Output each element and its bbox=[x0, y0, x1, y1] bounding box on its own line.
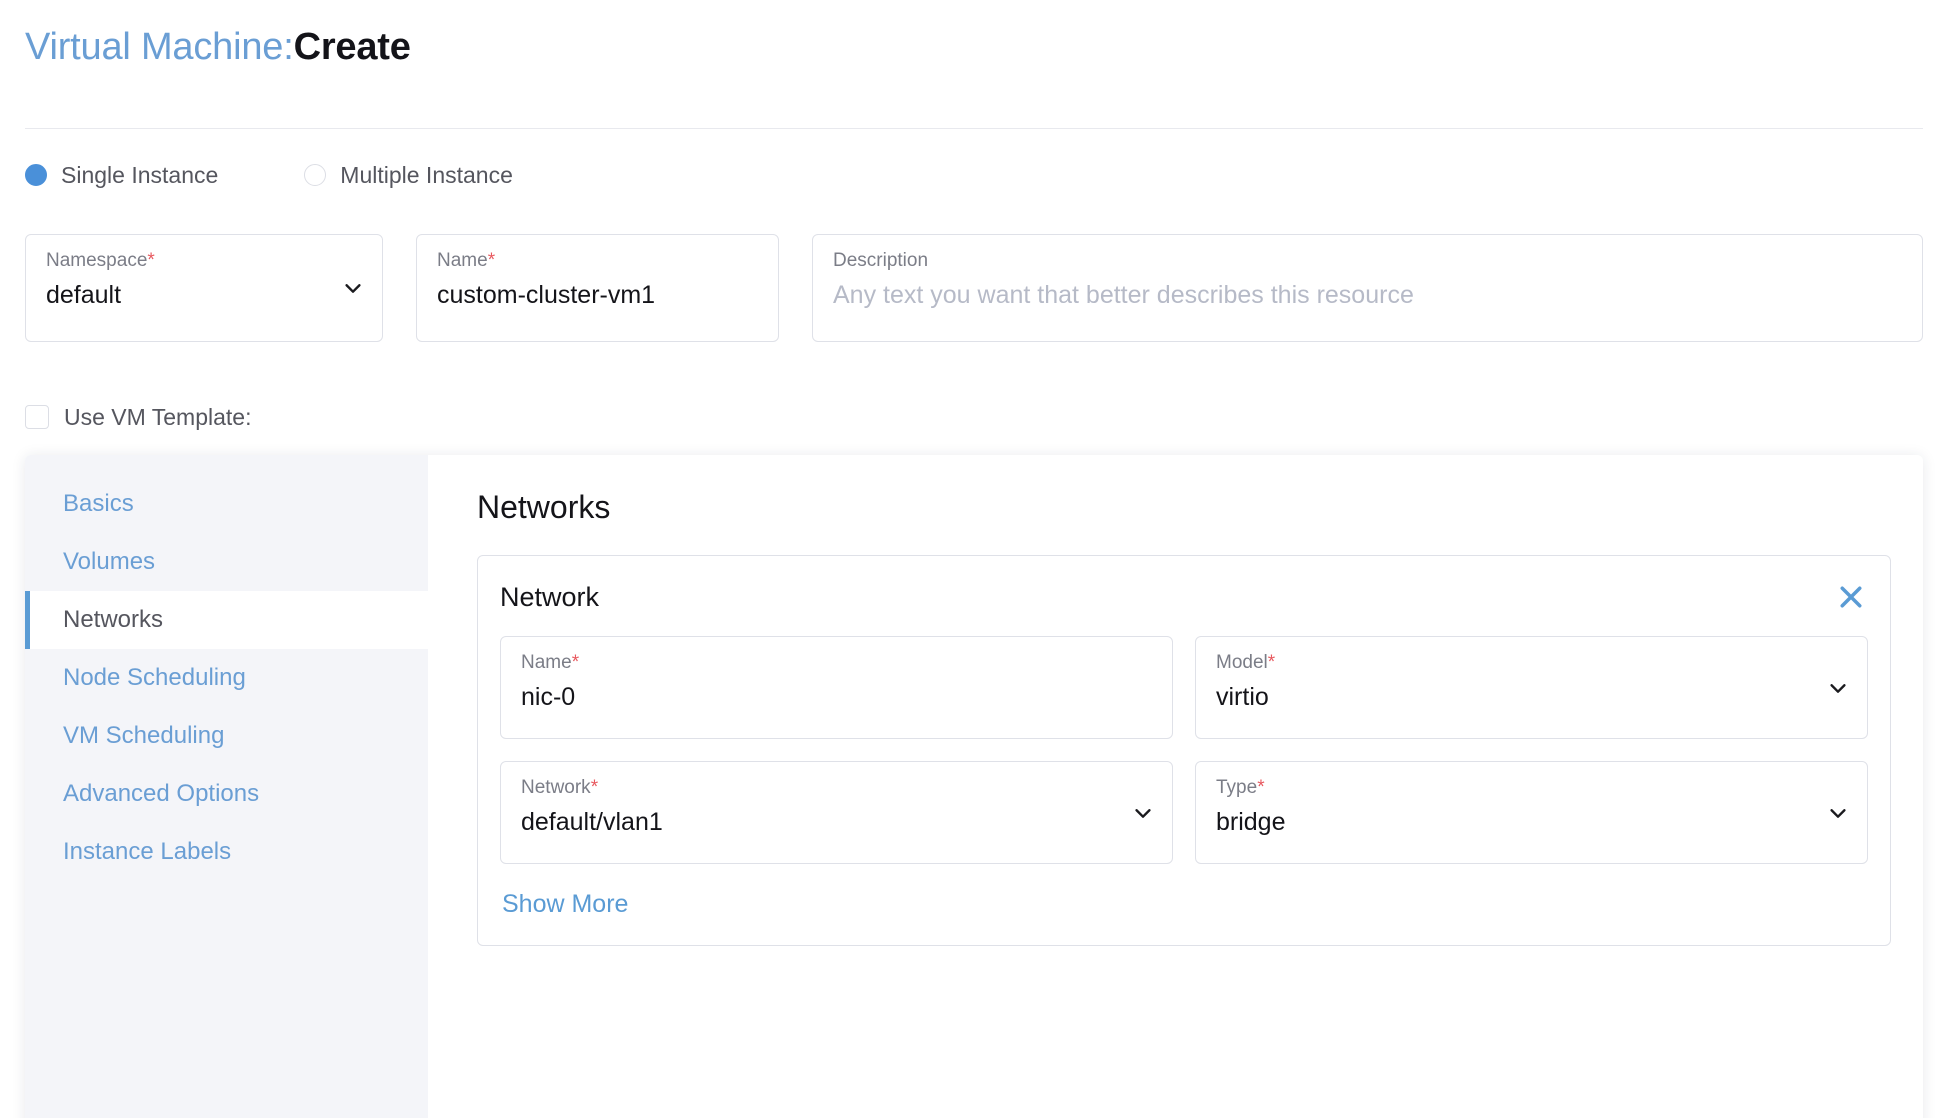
vm-name-input[interactable]: Name* custom-cluster-vm1 bbox=[416, 234, 779, 342]
description-input[interactable]: Description Any text you want that bette… bbox=[812, 234, 1923, 342]
tab-advanced-options-label: Advanced Options bbox=[63, 780, 260, 807]
tab-node-scheduling-label: Node Scheduling bbox=[63, 664, 246, 691]
network-model-value: virtio bbox=[1216, 683, 1269, 711]
namespace-required-marker: * bbox=[147, 250, 155, 271]
page-title: Virtual Machine:Create bbox=[25, 24, 411, 70]
network-card-header: Network bbox=[500, 580, 1868, 614]
network-network-required-marker: * bbox=[590, 777, 599, 798]
tab-vm-scheduling-label: VM Scheduling bbox=[63, 722, 225, 749]
network-type-select[interactable]: Type* bridge bbox=[1195, 761, 1868, 864]
vm-name-value: custom-cluster-vm1 bbox=[437, 281, 656, 309]
network-card: Network Name* nic-0 Model* virtio Networ… bbox=[477, 555, 1891, 946]
tab-instance-labels[interactable]: Instance Labels bbox=[25, 823, 428, 881]
page-title-prefix: Virtual Machine: bbox=[25, 26, 294, 68]
tab-volumes[interactable]: Volumes bbox=[25, 533, 428, 591]
radio-empty-icon bbox=[304, 164, 327, 186]
tab-vm-scheduling[interactable]: VM Scheduling bbox=[25, 707, 428, 765]
network-name-required-marker: * bbox=[571, 652, 580, 673]
network-name-label-text: Name bbox=[521, 652, 572, 673]
network-network-label: Network* bbox=[521, 776, 1152, 800]
radio-multiple-instance-label: Multiple Instance bbox=[340, 161, 513, 188]
network-network-select[interactable]: Network* default/vlan1 bbox=[500, 761, 1173, 864]
tab-advanced-options[interactable]: Advanced Options bbox=[25, 765, 428, 823]
network-model-required-marker: * bbox=[1267, 652, 1276, 673]
network-name-input[interactable]: Name* nic-0 bbox=[500, 636, 1173, 739]
networks-heading: Networks bbox=[477, 489, 611, 525]
title-divider bbox=[25, 128, 1923, 129]
tab-instance-labels-label: Instance Labels bbox=[63, 838, 232, 865]
vm-name-label-text: Name bbox=[437, 250, 488, 271]
network-model-label: Model* bbox=[1216, 651, 1847, 675]
tab-node-scheduling[interactable]: Node Scheduling bbox=[25, 649, 428, 707]
network-card-title: Network bbox=[500, 582, 600, 612]
vm-config-panel: Basics Volumes Networks Node Scheduling … bbox=[25, 455, 1923, 1118]
network-model-select[interactable]: Model* virtio bbox=[1195, 636, 1868, 739]
network-type-value: bridge bbox=[1216, 808, 1286, 836]
tab-basics-label: Basics bbox=[63, 490, 134, 517]
tab-rail: Basics Volumes Networks Node Scheduling … bbox=[25, 455, 428, 1118]
top-form-row: Namespace* default Name* custom-cluster-… bbox=[25, 234, 1923, 342]
namespace-value: default bbox=[46, 281, 122, 309]
radio-single-instance-label: Single Instance bbox=[61, 161, 219, 188]
networks-tab-content: Networks Network Name* nic-0 Model* virt… bbox=[428, 455, 1923, 1118]
network-type-required-marker: * bbox=[1257, 777, 1265, 798]
network-network-value: default/vlan1 bbox=[521, 808, 663, 836]
tab-volumes-label: Volumes bbox=[63, 548, 156, 575]
network-fields-grid: Name* nic-0 Model* virtio Network* defau… bbox=[500, 636, 1868, 864]
network-model-label-text: Model bbox=[1216, 652, 1268, 673]
description-label: Description bbox=[833, 250, 929, 271]
network-network-label-text: Network bbox=[521, 777, 591, 798]
checkbox-unchecked-icon[interactable] bbox=[25, 405, 49, 429]
vm-create-page: Virtual Machine:Create Single Instance M… bbox=[0, 0, 1948, 1118]
close-icon[interactable] bbox=[1834, 580, 1868, 614]
vm-name-label: Name* bbox=[437, 249, 758, 273]
use-vm-template-row[interactable]: Use VM Template: bbox=[25, 400, 251, 434]
tab-networks-label: Networks bbox=[63, 606, 164, 633]
tab-networks[interactable]: Networks bbox=[25, 591, 428, 649]
namespace-select[interactable]: Namespace* default bbox=[25, 234, 383, 342]
radio-multiple-instance[interactable]: Multiple Instance bbox=[304, 155, 513, 195]
show-more-link[interactable]: Show More bbox=[502, 890, 628, 919]
instance-mode-radio-group: Single Instance Multiple Instance bbox=[25, 155, 513, 195]
tab-basics[interactable]: Basics bbox=[25, 475, 428, 533]
network-type-label-text: Type bbox=[1216, 777, 1258, 798]
vm-name-required-marker: * bbox=[487, 250, 496, 271]
namespace-label: Namespace* bbox=[46, 249, 362, 273]
description-placeholder: Any text you want that better describes … bbox=[833, 281, 1414, 309]
network-type-label: Type* bbox=[1216, 776, 1847, 800]
radio-filled-icon bbox=[25, 164, 47, 186]
page-title-main: Create bbox=[293, 26, 411, 68]
use-vm-template-label: Use VM Template: bbox=[64, 403, 252, 430]
network-name-label: Name* bbox=[521, 651, 1152, 675]
namespace-label-text: Namespace bbox=[46, 250, 148, 271]
network-name-value: nic-0 bbox=[521, 683, 576, 711]
radio-single-instance[interactable]: Single Instance bbox=[25, 155, 218, 195]
